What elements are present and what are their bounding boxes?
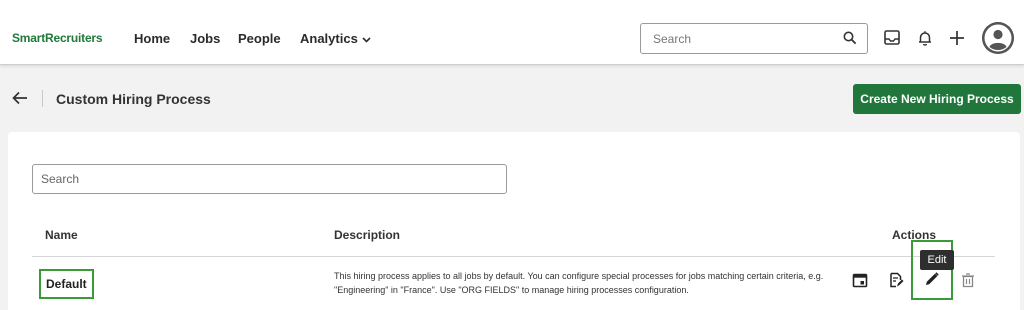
inbox-icon[interactable] <box>883 29 901 47</box>
trash-icon[interactable] <box>960 272 976 288</box>
user-avatar[interactable] <box>982 22 1014 54</box>
avatar-icon <box>982 22 1014 54</box>
list-search[interactable] <box>32 164 507 194</box>
nav-analytics[interactable]: Analytics <box>300 31 371 46</box>
page-header: Custom Hiring Process Create New Hiring … <box>0 66 1024 130</box>
smartrecruiters-logo[interactable]: SmartRecruiters <box>12 31 103 45</box>
header-divider <box>42 90 43 107</box>
nav-home[interactable]: Home <box>134 31 170 46</box>
nav-people[interactable]: People <box>238 31 281 46</box>
create-new-hiring-process-button[interactable]: Create New Hiring Process <box>853 84 1021 114</box>
back-arrow-icon[interactable] <box>12 91 28 105</box>
calendar-icon[interactable] <box>852 272 868 288</box>
pencil-icon[interactable] <box>924 271 940 287</box>
logo-text-smart: Smart <box>12 31 46 45</box>
list-search-input[interactable] <box>33 165 506 193</box>
nav-jobs[interactable]: Jobs <box>190 31 220 46</box>
hiring-process-card: Name Description Actions Default This hi… <box>8 132 1020 310</box>
global-search[interactable] <box>640 23 868 54</box>
search-icon[interactable] <box>843 31 857 45</box>
column-header-description: Description <box>334 228 401 242</box>
document-edit-icon[interactable] <box>888 272 904 288</box>
edit-tooltip: Edit <box>920 250 954 270</box>
nav-analytics-label: Analytics <box>300 31 358 46</box>
global-search-input[interactable] <box>642 25 832 52</box>
column-header-name: Name <box>45 228 78 242</box>
process-name-default[interactable]: Default <box>39 269 94 299</box>
top-navigation: SmartRecruiters Home Jobs People Analyti… <box>0 0 1024 65</box>
plus-icon[interactable] <box>948 29 966 47</box>
chevron-down-icon <box>362 37 371 43</box>
edit-highlight <box>911 240 953 300</box>
logo-text-recruiters: Recruiters <box>45 31 103 45</box>
table-row: Default This hiring process applies to a… <box>32 240 995 310</box>
process-description: This hiring process applies to all jobs … <box>334 271 824 295</box>
page-title: Custom Hiring Process <box>56 91 211 107</box>
bell-icon[interactable] <box>916 29 934 47</box>
